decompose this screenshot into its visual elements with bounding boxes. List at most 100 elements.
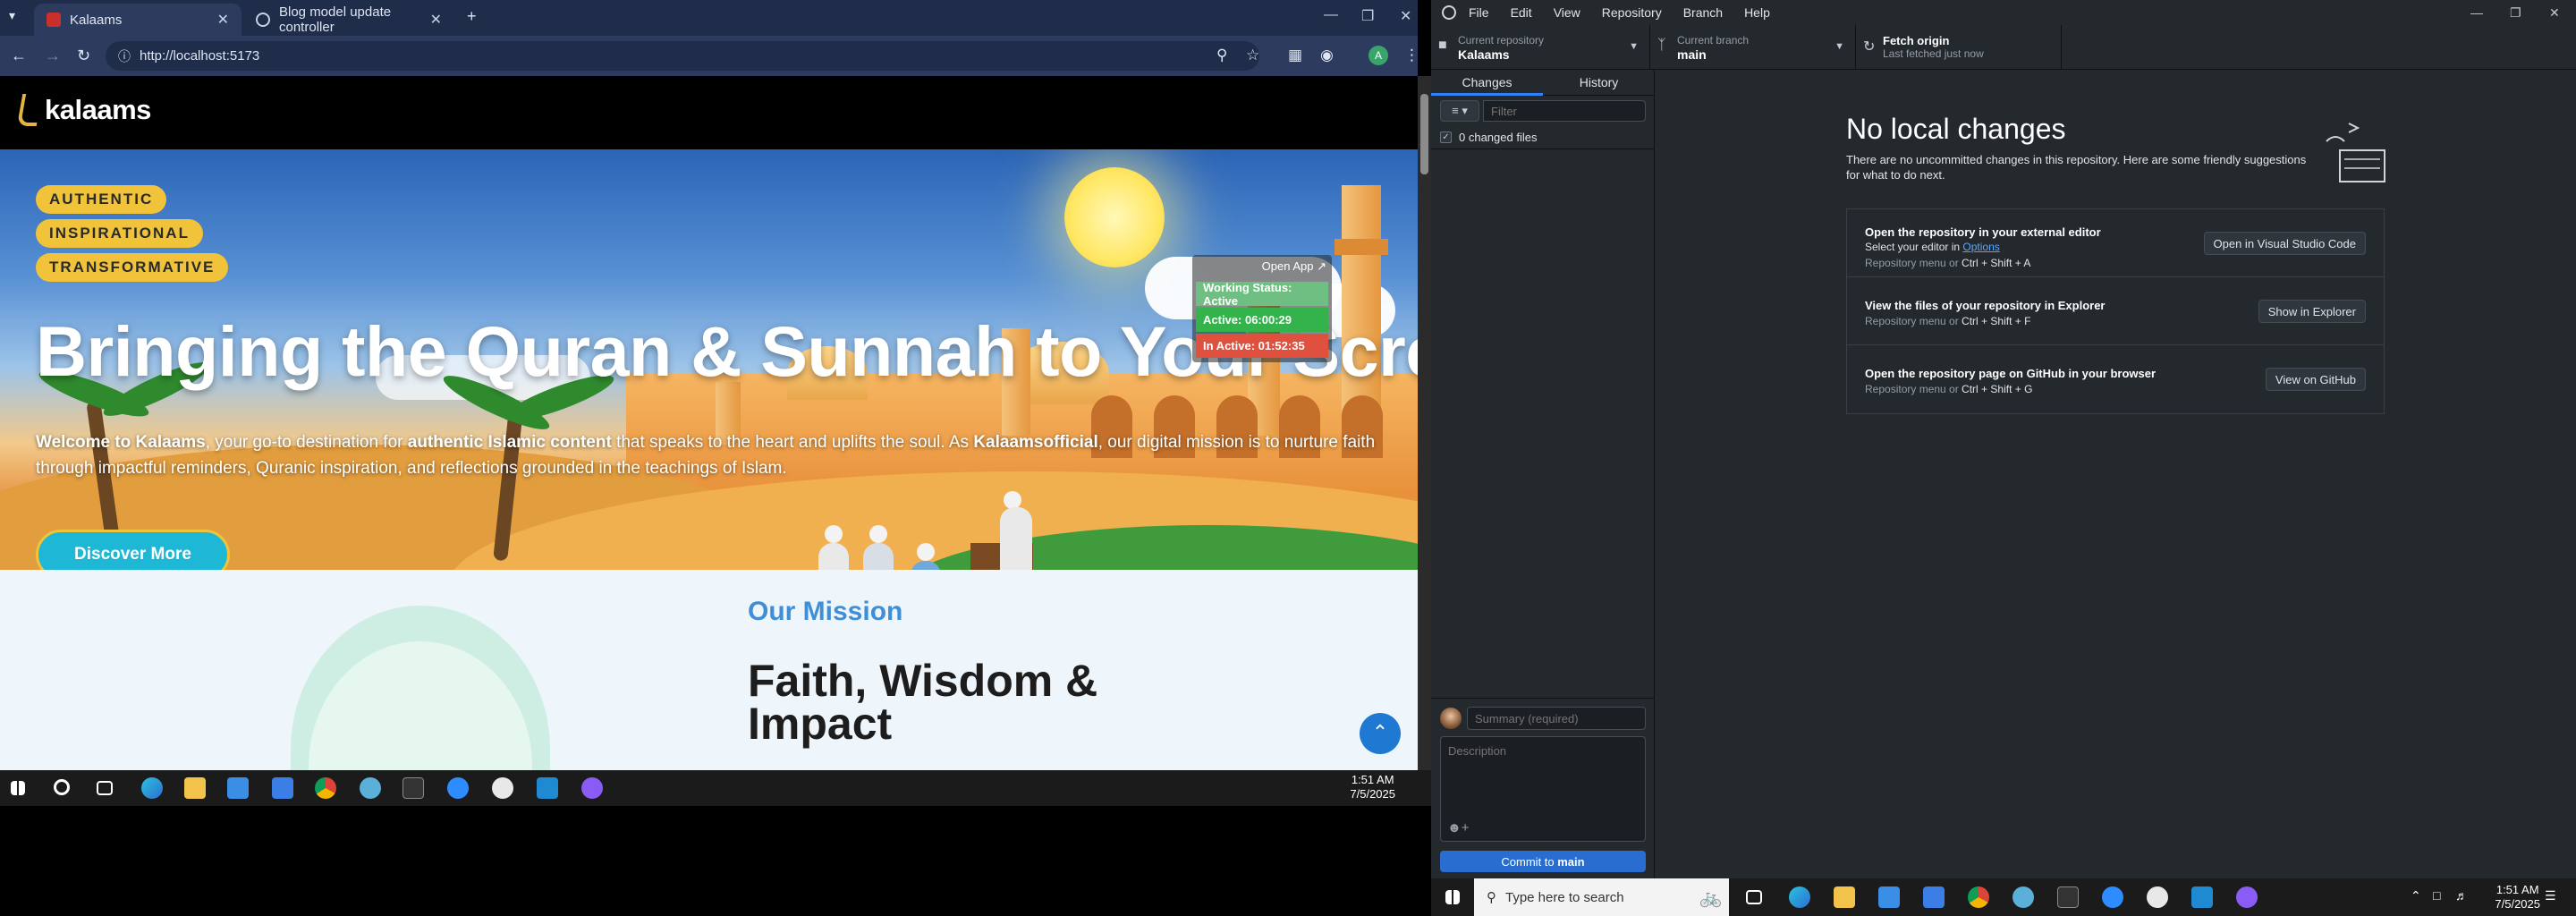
- zoom-icon[interactable]: [447, 777, 469, 799]
- store-icon[interactable]: [227, 777, 249, 799]
- person-illustration: [869, 525, 887, 543]
- close-window-icon[interactable]: ✕: [2549, 5, 2560, 21]
- menu-dots-icon[interactable]: ⋮: [1404, 47, 1418, 64]
- show-in-explorer-button[interactable]: Show in Explorer: [2258, 300, 2366, 323]
- github-desktop-icon[interactable]: [2236, 886, 2258, 908]
- menu-edit[interactable]: Edit: [1511, 5, 1532, 20]
- tab-blog-model[interactable]: Blog model update controller ✕: [243, 4, 454, 36]
- back-icon[interactable]: ←: [11, 47, 27, 65]
- puzzle-icon[interactable]: ◉: [1320, 47, 1334, 64]
- app-icon[interactable]: [360, 777, 381, 799]
- shortcut-text: Ctrl + Shift + F: [1962, 315, 2031, 327]
- tab-changes[interactable]: Changes: [1431, 70, 1543, 96]
- select-all-checkbox[interactable]: ✓: [1440, 131, 1452, 143]
- tab-history[interactable]: History: [1543, 70, 1655, 96]
- options-link[interactable]: Options: [1962, 241, 1999, 253]
- location-icon[interactable]: ⚲: [1216, 47, 1227, 64]
- close-tab-icon[interactable]: ✕: [217, 11, 229, 29]
- network-icon[interactable]: □: [2433, 888, 2454, 910]
- menu-help[interactable]: Help: [1744, 5, 1770, 20]
- file-explorer-icon[interactable]: [1834, 886, 1855, 908]
- terminal-icon[interactable]: [402, 777, 424, 799]
- store-icon[interactable]: [1878, 886, 1900, 908]
- scroll-top-button[interactable]: ⌃: [1360, 713, 1401, 754]
- volume-icon[interactable]: ♬: [2455, 888, 2477, 910]
- commit-prefix: Commit to: [1501, 854, 1558, 869]
- clock-time: 1:51 AM: [2496, 883, 2539, 896]
- open-app-link[interactable]: Open App ↗: [1262, 259, 1326, 274]
- pill-inspirational: INSPIRATIONAL: [36, 219, 203, 248]
- profile-avatar[interactable]: A: [1368, 46, 1388, 65]
- menu-file[interactable]: File: [1469, 5, 1489, 20]
- restore-icon[interactable]: ❐: [1361, 7, 1374, 25]
- description-textarea[interactable]: [1440, 736, 1646, 842]
- taskbar-search[interactable]: ⚲ Type here to search 🚲: [1474, 878, 1729, 916]
- file-explorer-icon[interactable]: [184, 777, 206, 799]
- chrome-icon[interactable]: [1968, 886, 1989, 908]
- taskbar-clock[interactable]: 1:51 AM 7/5/2025: [2495, 883, 2540, 912]
- edge-icon[interactable]: [1789, 886, 1810, 908]
- chrome-icon[interactable]: [315, 777, 336, 799]
- branch-label: Current branch: [1677, 34, 1750, 47]
- site-logo[interactable]: kalaams: [16, 94, 151, 126]
- bookmark-star-icon[interactable]: ☆: [1246, 47, 1259, 64]
- menu-branch[interactable]: Branch: [1683, 5, 1723, 20]
- minimize-icon[interactable]: —: [1324, 7, 1338, 23]
- restore-icon[interactable]: ❐: [2510, 5, 2521, 21]
- tab-label: Blog model update controller: [279, 4, 392, 35]
- tab-kalaams[interactable]: Kalaams ✕: [34, 4, 242, 36]
- windows-start-icon[interactable]: [1445, 890, 1460, 904]
- mail-icon[interactable]: [272, 777, 293, 799]
- filter-options-button[interactable]: ≡ ▾: [1440, 100, 1479, 122]
- commit-button[interactable]: Commit to main: [1440, 851, 1646, 872]
- mail-icon[interactable]: [1923, 886, 1945, 908]
- discover-more-button[interactable]: Discover More: [36, 530, 230, 570]
- fetch-origin-button[interactable]: ↻ Fetch origin Last fetched just now: [1856, 25, 2062, 70]
- tab-search-icon[interactable]: ▾: [9, 8, 15, 23]
- filter-input[interactable]: [1483, 100, 1646, 122]
- taskbar-clock[interactable]: 1:51 AM 7/5/2025: [1350, 773, 1395, 802]
- zoom-icon[interactable]: [2102, 886, 2123, 908]
- current-branch-button[interactable]: ᛉ Current branch main ▼: [1650, 25, 1856, 70]
- url-text: http://localhost:5173: [140, 48, 260, 64]
- app-icon[interactable]: [2012, 886, 2034, 908]
- menu-view[interactable]: View: [1554, 5, 1580, 20]
- forward-icon[interactable]: →: [45, 47, 61, 65]
- suggestion-show-explorer: View the files of your repository in Exp…: [1847, 277, 2384, 345]
- obs-icon[interactable]: [492, 777, 513, 799]
- current-repository-button[interactable]: ■ Current repository Kalaams ▼: [1431, 25, 1650, 70]
- view-on-github-button[interactable]: View on GitHub: [2265, 368, 2366, 391]
- address-bar[interactable]: ⓘ http://localhost:5173: [106, 41, 1259, 71]
- page-scrollbar[interactable]: [1418, 76, 1431, 770]
- hint-text: Repository menu or: [1865, 257, 1962, 269]
- notification-icon[interactable]: ☰: [2545, 888, 2566, 910]
- shortcut-text: Ctrl + Shift + G: [1962, 383, 2033, 395]
- terminal-icon[interactable]: [2057, 886, 2079, 908]
- vscode-icon[interactable]: [537, 777, 558, 799]
- chevron-down-icon: ▼: [1629, 41, 1639, 52]
- extension-icon[interactable]: ▦: [1288, 47, 1302, 64]
- summary-input[interactable]: [1467, 707, 1646, 730]
- search-icon[interactable]: [54, 779, 70, 795]
- minimize-icon[interactable]: —: [2470, 5, 2483, 20]
- close-tab-icon[interactable]: ✕: [430, 11, 442, 29]
- suggestions-list: Open the repository in your external edi…: [1846, 208, 2385, 414]
- new-tab-icon[interactable]: +: [467, 7, 477, 26]
- close-window-icon[interactable]: ✕: [1400, 7, 1411, 25]
- open-in-vscode-button[interactable]: Open in Visual Studio Code: [2203, 232, 2366, 255]
- windows-start-icon[interactable]: [11, 781, 25, 795]
- task-view-icon[interactable]: [97, 781, 113, 795]
- mission-title: Faith, Wisdom & Impact: [748, 656, 1098, 749]
- tray-chevron-icon[interactable]: ⌃: [2411, 888, 2432, 910]
- scrollbar-thumb[interactable]: [1420, 94, 1428, 174]
- site-info-icon[interactable]: ⓘ: [118, 47, 131, 65]
- reload-icon[interactable]: ↻: [77, 47, 90, 65]
- menu-repository[interactable]: Repository: [1602, 5, 1662, 20]
- github-desktop-icon[interactable]: [581, 777, 603, 799]
- vscode-icon[interactable]: [2191, 886, 2213, 908]
- menu-bar: File Edit View Repository Branch Help — …: [1431, 0, 2576, 25]
- edge-icon[interactable]: [141, 777, 163, 799]
- add-coauthor-icon[interactable]: ☻+: [1447, 820, 1470, 835]
- obs-icon[interactable]: [2147, 886, 2168, 908]
- task-view-icon[interactable]: [1746, 890, 1762, 904]
